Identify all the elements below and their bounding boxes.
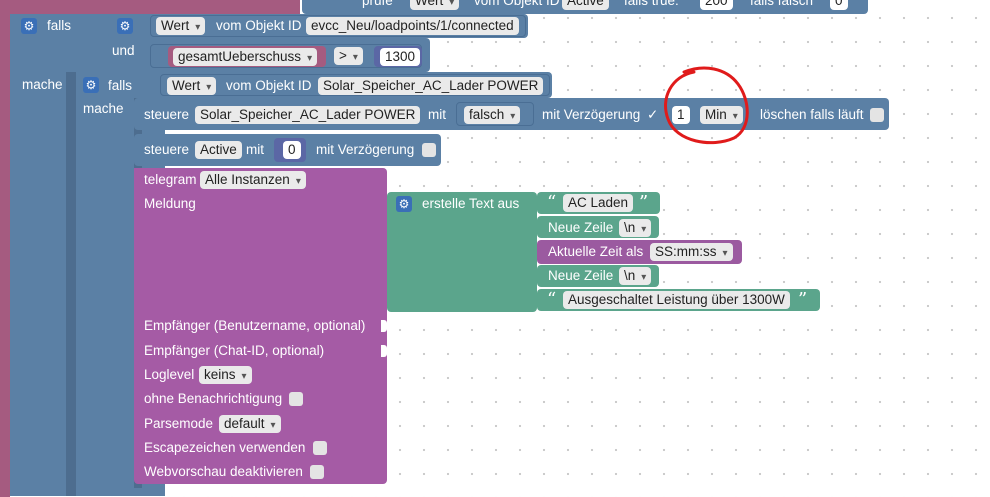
annotation-circle [664, 66, 749, 145]
text-field[interactable]: AC Laden [563, 194, 634, 212]
instance-dropdown[interactable]: Alle Instanzen [200, 171, 306, 189]
falls-false-label: falls falsch [750, 0, 814, 8]
close-quote-icon: ” [639, 192, 649, 213]
loeschen-checkbox[interactable] [870, 108, 884, 122]
object-field[interactable]: Solar_Speicher_AC_Lader POWER [195, 106, 421, 124]
steuere-label: steuere [144, 107, 190, 122]
neue-zeile-label: Neue Zeile [548, 268, 614, 283]
steuere-label: steuere [144, 142, 190, 157]
top-partial-block[interactable]: prüfe Wert vom Objekt ID Active falls tr… [302, 0, 868, 14]
loeschen-label: löschen falls läuft [760, 107, 864, 122]
vom-objekt-label: vom Objekt ID [216, 18, 302, 33]
loglevel-dropdown[interactable]: keins [199, 366, 252, 384]
gear-icon[interactable]: ⚙ [117, 18, 133, 34]
escapezeichen-label: Escapezeichen verwenden [144, 440, 306, 455]
falls-label: falls [108, 78, 133, 93]
mit-label: mit [246, 142, 264, 157]
value-false[interactable]: 0 [830, 0, 848, 10]
outer-variable-bar-top [0, 0, 300, 14]
time-format-dropdown[interactable]: SS:mm:ss [650, 243, 733, 261]
empfaenger-user-label: Empfänger (Benutzername, optional) [144, 318, 366, 333]
webvorschau-checkbox[interactable] [310, 465, 324, 479]
meldung-label: Meldung [144, 196, 196, 211]
text-field[interactable]: Ausgeschaltet Leistung über 1300W [563, 291, 790, 309]
falls-true-label: falls true: [624, 0, 679, 8]
value-true[interactable]: 200 [700, 0, 733, 10]
newline-dropdown[interactable]: \n [619, 219, 652, 237]
open-quote-icon: “ [547, 289, 557, 310]
parsemode-label: Parsemode [144, 416, 214, 431]
mache-label: mache [83, 101, 124, 116]
object-field[interactable]: Active [562, 0, 609, 10]
boolean-dropdown[interactable]: falsch [464, 106, 521, 124]
falls-label: falls [47, 18, 72, 33]
neue-zeile-label: Neue Zeile [548, 220, 614, 235]
input-socket[interactable] [381, 320, 387, 332]
telegram-label: telegram [144, 172, 197, 187]
newline-dropdown[interactable]: \n [619, 267, 652, 285]
aktuelle-zeit-label: Aktuelle Zeit als [548, 244, 644, 259]
wert-dropdown[interactable]: Wert [410, 0, 460, 10]
operator-dropdown[interactable]: > [334, 47, 363, 65]
close-quote-icon: ” [798, 289, 808, 310]
object-field[interactable]: Active [195, 141, 242, 159]
pruefe-label: prüfe [362, 0, 393, 8]
mache-label: mache [22, 77, 63, 92]
number-field[interactable]: 0 [283, 141, 301, 159]
ohne-benachrichtigung-label: ohne Benachrichtigung [144, 391, 283, 406]
outer-mache-socket [66, 72, 76, 496]
gear-icon[interactable]: ⚙ [396, 196, 412, 212]
object-id-field[interactable]: Solar_Speicher_AC_Lader POWER [318, 77, 544, 95]
mit-verzoegerung-label: mit Verzögerung [542, 107, 641, 122]
verzoegerung-checkbox[interactable] [422, 143, 436, 157]
und-label: und [112, 43, 135, 58]
loglevel-label: Loglevel [144, 367, 195, 382]
mit-label: mit [428, 107, 446, 122]
benachrichtigung-checkbox[interactable] [289, 392, 303, 406]
wert-dropdown[interactable]: Wert [156, 17, 206, 35]
variable-dropdown[interactable]: gesamtUeberschuss [173, 48, 318, 66]
number-field[interactable]: 1300 [380, 48, 421, 66]
erstelle-text-label: erstelle Text aus [422, 196, 520, 211]
mit-verzoegerung-label: mit Verzögerung [316, 142, 415, 157]
vom-objekt-label: vom Objekt ID [474, 0, 560, 8]
input-socket[interactable] [381, 345, 387, 357]
outer-variable-stripe [0, 0, 10, 497]
wert-dropdown[interactable]: Wert [167, 77, 217, 95]
empfaenger-chat-label: Empfänger (Chat-ID, optional) [144, 343, 325, 358]
object-id-field[interactable]: evcc_Neu/loadpoints/1/connected [306, 17, 519, 35]
gear-icon[interactable]: ⚙ [83, 77, 99, 93]
webvorschau-label: Webvorschau deaktivieren [144, 464, 303, 479]
escapezeichen-checkbox[interactable] [313, 441, 327, 455]
gear-icon[interactable]: ⚙ [21, 18, 37, 34]
vom-objekt-label: vom Objekt ID [226, 78, 312, 93]
parsemode-dropdown[interactable]: default [219, 415, 281, 433]
open-quote-icon: “ [547, 192, 557, 213]
